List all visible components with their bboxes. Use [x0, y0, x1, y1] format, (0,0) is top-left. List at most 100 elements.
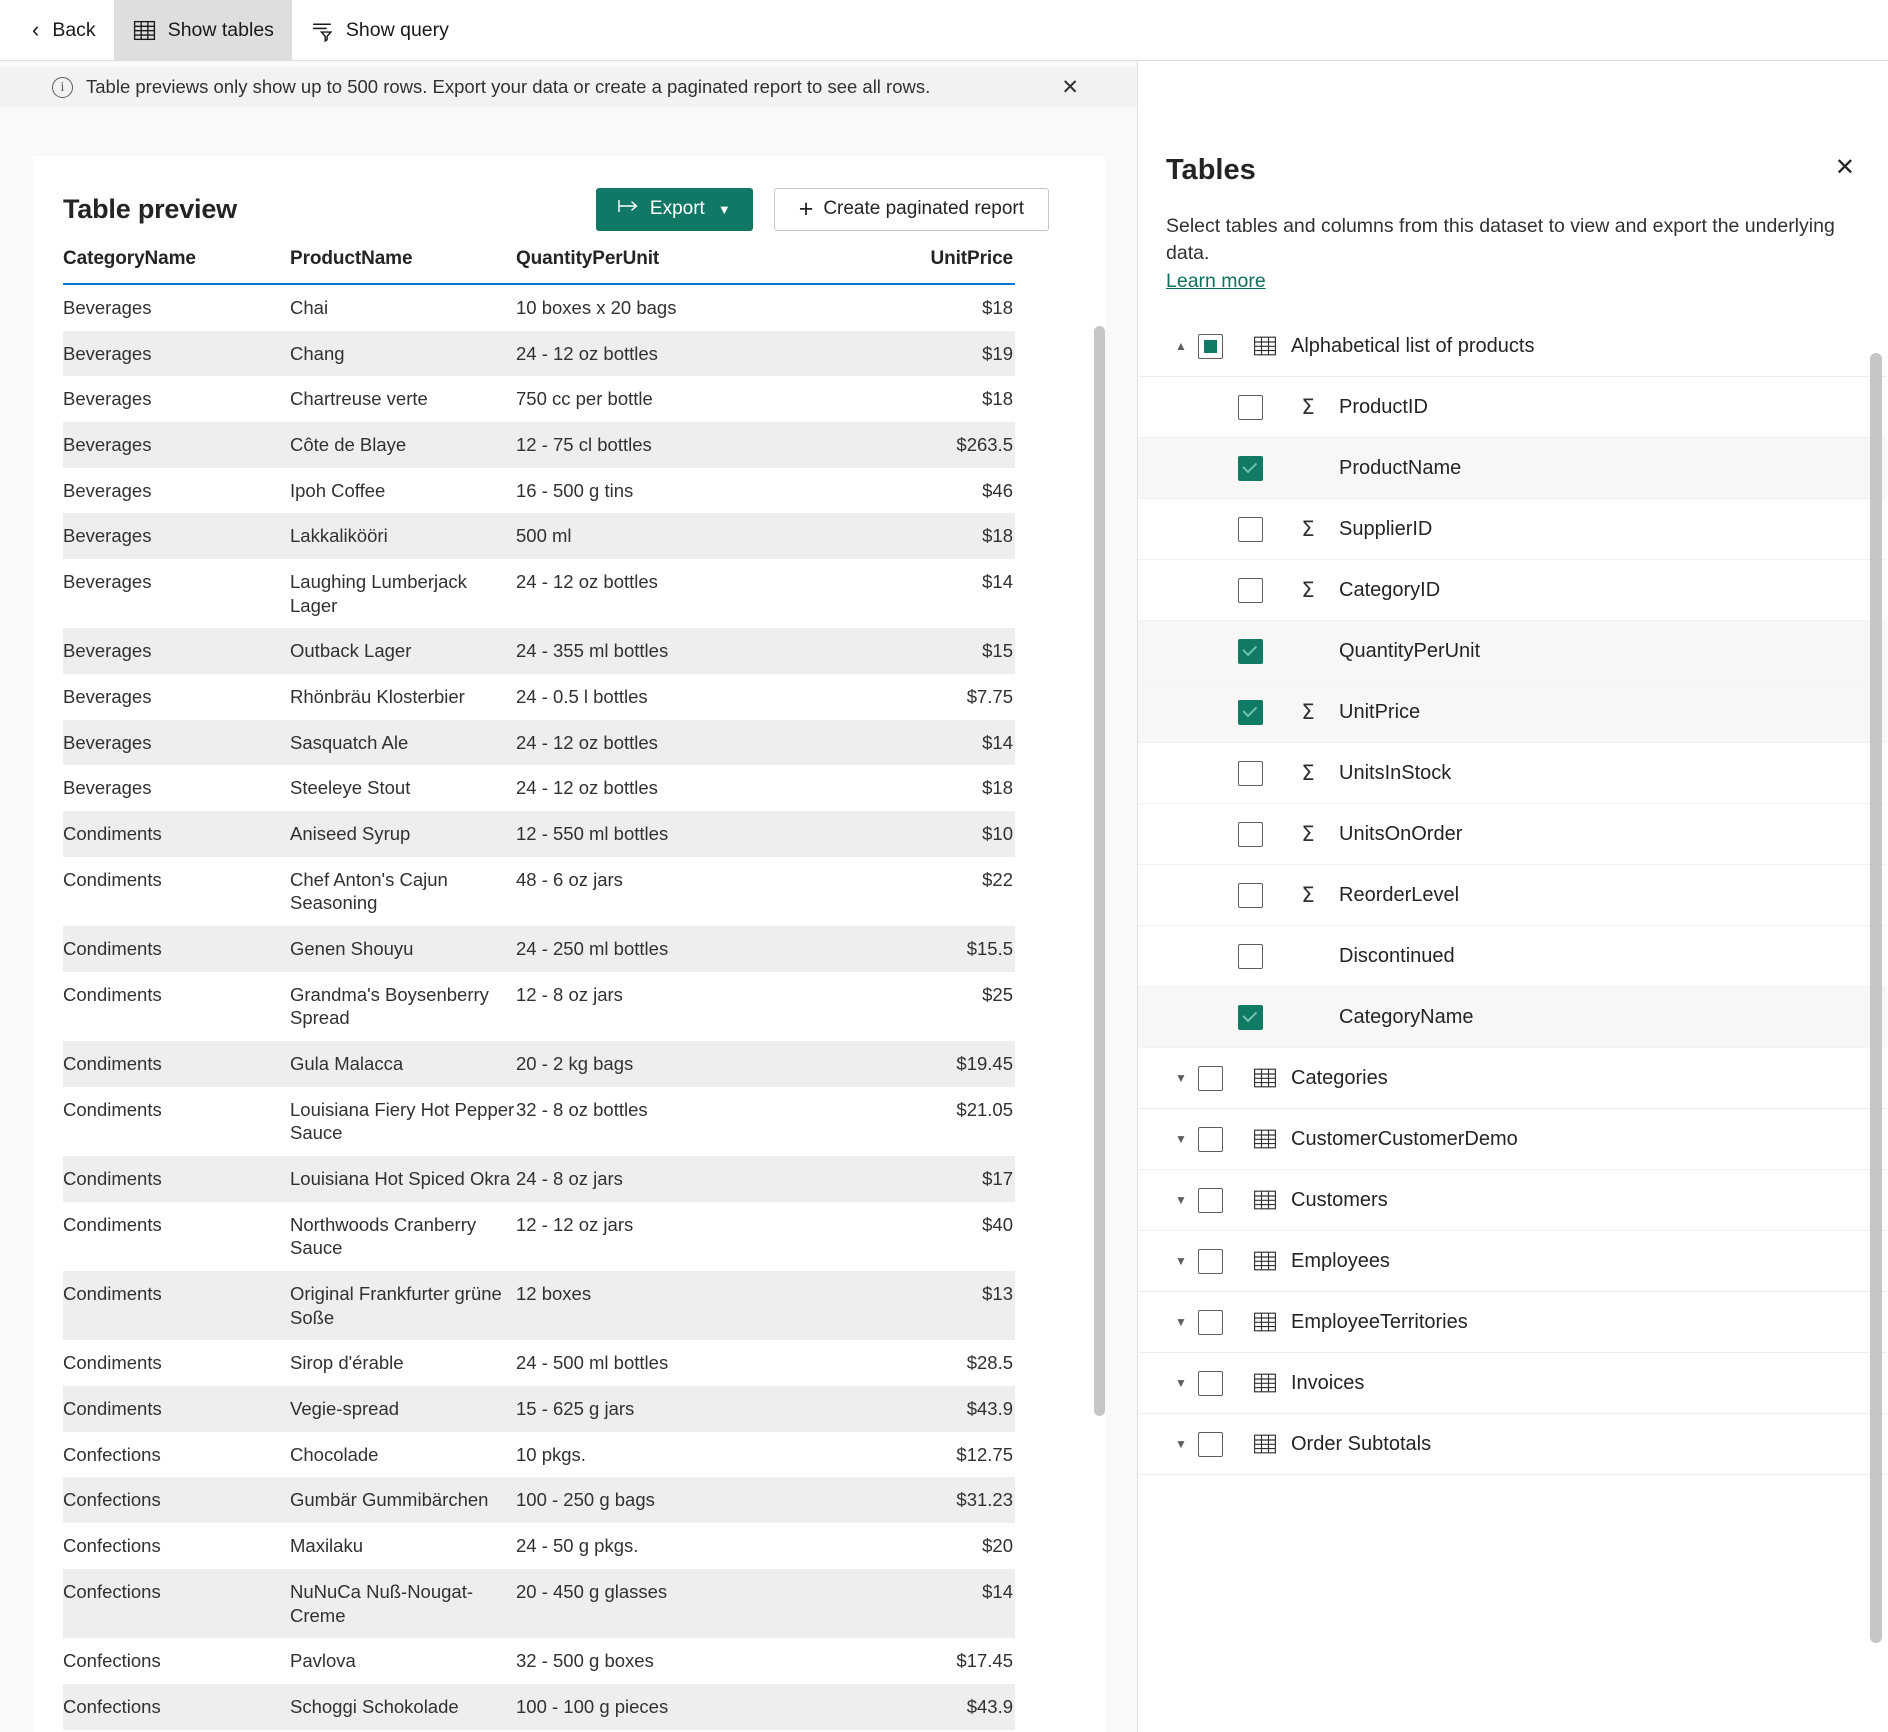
- tree-column-row[interactable]: Σ UnitsInStock: [1138, 743, 1887, 804]
- chevron-up-icon[interactable]: ▲: [1164, 339, 1198, 353]
- table-row: Condiments Vegie-spread 15 - 625 g jars $43…: [63, 1386, 1015, 1432]
- tree-column-row[interactable]: Σ UnitPrice: [1138, 682, 1887, 743]
- checkbox[interactable]: [1238, 821, 1263, 847]
- table-grid-icon: [1253, 1189, 1277, 1211]
- checkbox[interactable]: [1198, 1248, 1223, 1274]
- table-row: Beverages Chartreuse verte 750 cc per bott…: [63, 376, 1015, 422]
- chevron-down-icon[interactable]: ▼: [1164, 1132, 1198, 1146]
- column-header-quantityperunit[interactable]: QuantityPerUnit: [516, 248, 802, 285]
- tree-table-row[interactable]: ▼ Categories: [1138, 1048, 1887, 1109]
- checkbox[interactable]: [1198, 1126, 1223, 1152]
- tree-table-row[interactable]: ▼ CustomerCustomerDemo: [1138, 1109, 1887, 1170]
- panel-header: Tables ✕: [1138, 61, 1887, 185]
- create-paginated-report-button[interactable]: + Create paginated report: [773, 187, 1049, 231]
- table-grid-icon: [1253, 1250, 1277, 1272]
- tree-column-row[interactable]: ΣProductName: [1138, 438, 1887, 499]
- table-cell: Beverages: [63, 388, 152, 410]
- tree-table-row[interactable]: ▼ EmployeeTerritories: [1138, 1292, 1887, 1353]
- table-cell: $43.9: [966, 1398, 1013, 1420]
- tree-table-row[interactable]: ▼ Employees: [1138, 1231, 1887, 1292]
- tree-item-label: ProductID: [1339, 395, 1428, 418]
- table-grid-icon: [1253, 1067, 1277, 1089]
- column-header-productname[interactable]: ProductName: [290, 248, 516, 285]
- chevron-down-icon[interactable]: ▼: [1164, 1071, 1198, 1085]
- chevron-down-icon[interactable]: ▼: [1164, 1437, 1198, 1451]
- table-vertical-scrollbar[interactable]: [1094, 326, 1105, 1416]
- tree-column-row[interactable]: Σ CategoryID: [1138, 560, 1887, 621]
- checkbox[interactable]: [1198, 1370, 1223, 1396]
- preview-table-scroll-area[interactable]: CategoryName ProductName QuantityPerUnit…: [33, 248, 1105, 1732]
- table-cell: 20 - 2 kg bags: [516, 1053, 634, 1075]
- checkbox[interactable]: [1198, 1309, 1223, 1335]
- checkbox[interactable]: [1238, 1004, 1263, 1030]
- tree-table-row[interactable]: ▼ Invoices: [1138, 1353, 1887, 1414]
- info-close-icon[interactable]: ✕: [1061, 77, 1079, 98]
- table-cell: Beverages: [63, 731, 152, 753]
- checkbox[interactable]: [1238, 455, 1263, 481]
- checkbox[interactable]: [1238, 638, 1263, 664]
- chevron-down-icon[interactable]: ▼: [1164, 1376, 1198, 1390]
- tree-table-row[interactable]: ▼ Customers: [1138, 1170, 1887, 1231]
- table-row: Confections NuNuCa Nuß-Nougat-Creme 20 - 4…: [63, 1568, 1015, 1639]
- tree-column-row[interactable]: Σ SupplierID: [1138, 499, 1887, 560]
- checkbox[interactable]: [1198, 1065, 1223, 1091]
- table-cell: Outback Lager: [290, 640, 412, 662]
- table-row: Beverages Ipoh Coffee 16 - 500 g tins $46: [63, 468, 1015, 514]
- table-cell: Laughing Lumberjack Lager: [290, 571, 467, 616]
- tree-column-row[interactable]: ΣCategoryName: [1138, 987, 1887, 1048]
- export-button[interactable]: Export ▼: [595, 187, 753, 231]
- checkbox[interactable]: [1238, 516, 1263, 542]
- table-row: Condiments Genen Shouyu 24 - 250 ml bottle…: [63, 926, 1015, 972]
- checkbox[interactable]: [1238, 394, 1263, 420]
- checkbox[interactable]: [1238, 577, 1263, 603]
- table-cell: 10 pkgs.: [516, 1443, 586, 1465]
- table-cell: Steeleye Stout: [290, 777, 411, 799]
- table-cell: $18: [982, 388, 1013, 410]
- tree-column-row[interactable]: ΣDiscontinued: [1138, 926, 1887, 987]
- show-tables-button[interactable]: Show tables: [113, 0, 292, 60]
- back-button[interactable]: ‹ Back: [14, 0, 114, 60]
- tree-table-row[interactable]: ▲ Alphabetical list of products: [1138, 316, 1887, 377]
- table-row: Beverages Outback Lager 24 - 355 ml bottle…: [63, 628, 1015, 675]
- tree-item-label: Discontinued: [1339, 944, 1455, 967]
- create-paginated-report-label: Create paginated report: [823, 198, 1024, 219]
- column-header-categoryname[interactable]: CategoryName: [63, 248, 290, 285]
- table-cell: Ipoh Coffee: [290, 479, 386, 501]
- table-cell: $17.45: [956, 1650, 1013, 1672]
- tree-item-label: Customers: [1291, 1188, 1388, 1211]
- tables-panel: Tables ✕ Select tables and columns from …: [1138, 61, 1887, 1732]
- table-header: CategoryName ProductName QuantityPerUnit…: [63, 248, 1015, 285]
- tree-item-label: SupplierID: [1339, 517, 1433, 540]
- tree-item-label: ReorderLevel: [1339, 883, 1460, 906]
- table-grid-icon: [1253, 1433, 1277, 1455]
- checkbox[interactable]: [1198, 333, 1223, 359]
- chevron-down-icon[interactable]: ▼: [1164, 1254, 1198, 1268]
- panel-close-icon[interactable]: ✕: [1835, 156, 1855, 180]
- checkbox[interactable]: [1198, 1431, 1223, 1457]
- chevron-down-icon[interactable]: ▼: [1164, 1315, 1198, 1329]
- table-cell: $14: [982, 1580, 1013, 1602]
- checkbox[interactable]: [1238, 699, 1263, 725]
- export-label: Export: [649, 198, 705, 219]
- table-cell: Confections: [63, 1580, 161, 1602]
- checkbox[interactable]: [1238, 760, 1263, 786]
- table-cell: Beverages: [63, 342, 152, 364]
- panel-vertical-scrollbar[interactable]: [1870, 353, 1882, 1643]
- chevron-down-icon[interactable]: ▼: [1164, 1193, 1198, 1207]
- tree-column-row[interactable]: ΣQuantityPerUnit: [1138, 621, 1887, 682]
- table-cell: $15.5: [966, 938, 1013, 960]
- tree-column-row[interactable]: Σ UnitsOnOrder: [1138, 804, 1887, 865]
- checkbox[interactable]: [1238, 943, 1263, 969]
- checkbox[interactable]: [1198, 1187, 1223, 1213]
- tree-table-row[interactable]: ▼ Order Subtotals: [1138, 1414, 1887, 1475]
- column-header-unitprice[interactable]: UnitPrice: [802, 248, 1015, 285]
- table-cell: Condiments: [63, 1352, 162, 1374]
- table-cell: 24 - 12 oz bottles: [516, 777, 658, 799]
- tree-column-row[interactable]: Σ ProductID: [1138, 377, 1887, 438]
- learn-more-link[interactable]: Learn more: [1138, 268, 1266, 293]
- table-cell: $40: [982, 1213, 1013, 1235]
- show-query-button[interactable]: Show query: [292, 0, 467, 60]
- tree-column-row[interactable]: Σ ReorderLevel: [1138, 865, 1887, 926]
- table-row: Beverages Sasquatch Ale 24 - 12 oz bottles…: [63, 719, 1015, 766]
- checkbox[interactable]: [1238, 882, 1263, 908]
